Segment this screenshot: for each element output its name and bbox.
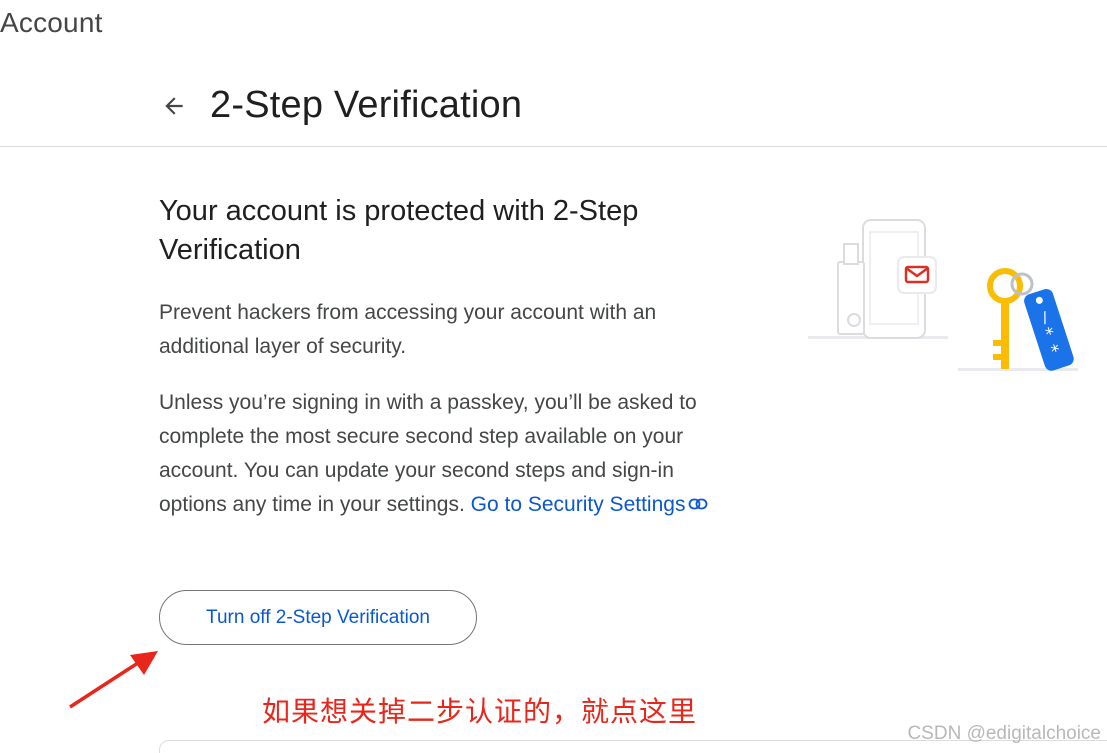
annotation-text: 如果想关掉二步认证的，就点这里 [262,695,698,728]
annotation-arrow [69,651,158,709]
page-header: 2-Step Verification [158,84,522,127]
security-settings-link[interactable]: Go to Security Settings [471,493,709,516]
arrow-back-icon [165,96,183,115]
turn-off-2sv-button[interactable]: Turn off 2-Step Verification [159,590,477,645]
phone-key-illustration: / * * [808,219,1078,371]
intro-paragraph: Prevent hackers from accessing your acco… [159,301,657,358]
header-divider [0,146,1107,147]
main-content: Your account is protected with 2-Step Ve… [159,192,729,522]
link-icon [688,488,708,522]
status-headline: Your account is protected with 2-Step Ve… [159,195,639,266]
page: Account 2-Step Verification Your account… [0,0,1107,753]
page-title: 2-Step Verification [210,84,523,126]
app-brand: Account [0,7,103,38]
back-button[interactable] [158,86,190,126]
watermark: CSDN @edigitalchoice [907,723,1101,744]
security-settings-link-label: Go to Security Settings [470,493,686,516]
details-paragraph: Unless you’re signing in with a passkey,… [159,386,729,522]
